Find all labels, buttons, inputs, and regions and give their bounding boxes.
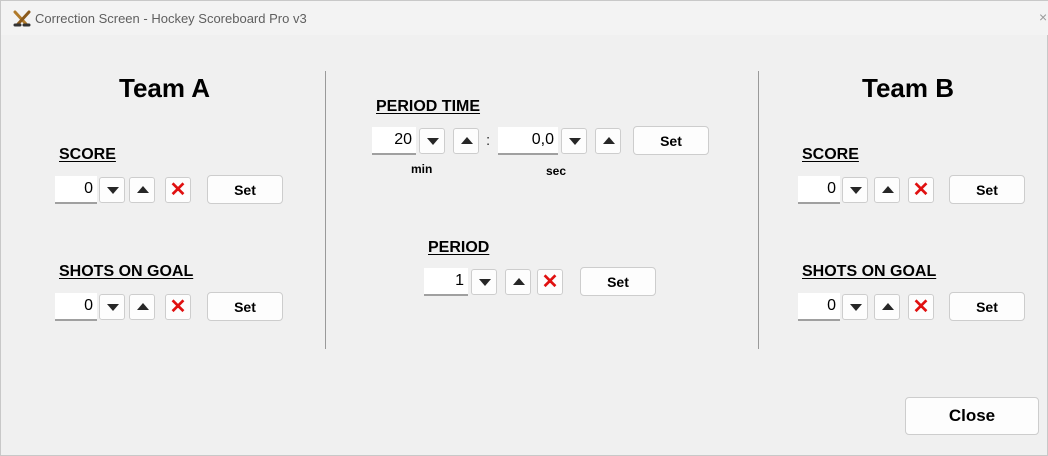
team-a-score-label: SCORE <box>59 146 116 163</box>
title-bar: Correction Screen - Hockey Scoreboard Pr… <box>1 1 1048 35</box>
team-a-shots-set-button[interactable]: Set <box>207 292 283 321</box>
team-b-shots-increment-button[interactable] <box>874 294 900 320</box>
seconds-increment-button[interactable] <box>595 128 621 154</box>
team-b-shots-value[interactable]: 0 <box>798 293 840 321</box>
team-b-score-reset-button[interactable]: ✕ <box>908 177 934 203</box>
team-b-shots-decrement-button[interactable] <box>842 294 868 320</box>
chevron-up-icon <box>137 186 149 193</box>
period-increment-button[interactable] <box>505 269 531 295</box>
period-reset-button[interactable]: ✕ <box>537 269 563 295</box>
team-b-score-set-button[interactable]: Set <box>949 175 1025 204</box>
window-close-icon[interactable]: × <box>1039 9 1047 25</box>
chevron-down-icon <box>427 138 439 145</box>
correction-window: Correction Screen - Hockey Scoreboard Pr… <box>0 0 1048 456</box>
close-button[interactable]: Close <box>905 397 1039 435</box>
time-separator: : <box>486 132 491 149</box>
period-time-label: PERIOD TIME <box>376 98 481 115</box>
period-time-set-button[interactable]: Set <box>633 126 709 155</box>
team-b-score-label: SCORE <box>802 146 859 163</box>
seconds-unit-label: sec <box>546 164 567 178</box>
team-a-score-decrement-button[interactable] <box>99 177 125 203</box>
team-b-shots-label: SHOTS ON GOAL <box>802 263 937 280</box>
seconds-decrement-button[interactable] <box>561 128 587 154</box>
chevron-up-icon <box>137 303 149 310</box>
period-set-button[interactable]: Set <box>580 267 656 296</box>
team-a-shots-reset-button[interactable]: ✕ <box>165 294 191 320</box>
period-seconds-value[interactable]: 0,0 <box>498 127 558 155</box>
team-b-score-decrement-button[interactable] <box>842 177 868 203</box>
chevron-down-icon <box>569 138 581 145</box>
minutes-decrement-button[interactable] <box>419 128 445 154</box>
team-a-shots-label: SHOTS ON GOAL <box>59 263 194 280</box>
chevron-down-icon <box>107 187 119 194</box>
period-decrement-button[interactable] <box>471 269 497 295</box>
team-a-shots-increment-button[interactable] <box>129 294 155 320</box>
red-x-icon: ✕ <box>912 179 930 201</box>
right-divider <box>758 71 759 349</box>
chevron-down-icon <box>479 279 491 286</box>
red-x-icon: ✕ <box>912 296 930 318</box>
crossed-hockey-sticks-icon <box>13 10 31 27</box>
team-a-score-set-button[interactable]: Set <box>207 175 283 204</box>
team-b-shots-reset-button[interactable]: ✕ <box>908 294 934 320</box>
minutes-increment-button[interactable] <box>453 128 479 154</box>
chevron-down-icon <box>107 304 119 311</box>
team-b-score-value[interactable]: 0 <box>798 176 840 204</box>
chevron-down-icon <box>850 187 862 194</box>
period-value[interactable]: 1 <box>424 268 468 296</box>
team-a-score-value[interactable]: 0 <box>55 176 97 204</box>
period-label: PERIOD <box>428 239 490 256</box>
red-x-icon: ✕ <box>169 296 187 318</box>
window-title: Correction Screen - Hockey Scoreboard Pr… <box>35 11 307 26</box>
minutes-unit-label: min <box>411 162 433 176</box>
team-a-title: Team A <box>119 73 211 103</box>
chevron-up-icon <box>603 137 615 144</box>
chevron-up-icon <box>461 137 473 144</box>
chevron-up-icon <box>882 186 894 193</box>
red-x-icon: ✕ <box>169 179 187 201</box>
team-b-score-increment-button[interactable] <box>874 177 900 203</box>
red-x-icon: ✕ <box>541 271 559 293</box>
left-divider <box>325 71 326 349</box>
team-a-score-increment-button[interactable] <box>129 177 155 203</box>
chevron-down-icon <box>850 304 862 311</box>
team-a-score-reset-button[interactable]: ✕ <box>165 177 191 203</box>
team-a-shots-decrement-button[interactable] <box>99 294 125 320</box>
team-a-shots-value[interactable]: 0 <box>55 293 97 321</box>
chevron-up-icon <box>882 303 894 310</box>
chevron-up-icon <box>513 278 525 285</box>
team-b-shots-set-button[interactable]: Set <box>949 292 1025 321</box>
team-b-title: Team B <box>862 73 954 103</box>
period-minutes-value[interactable]: 20 <box>372 127 416 155</box>
